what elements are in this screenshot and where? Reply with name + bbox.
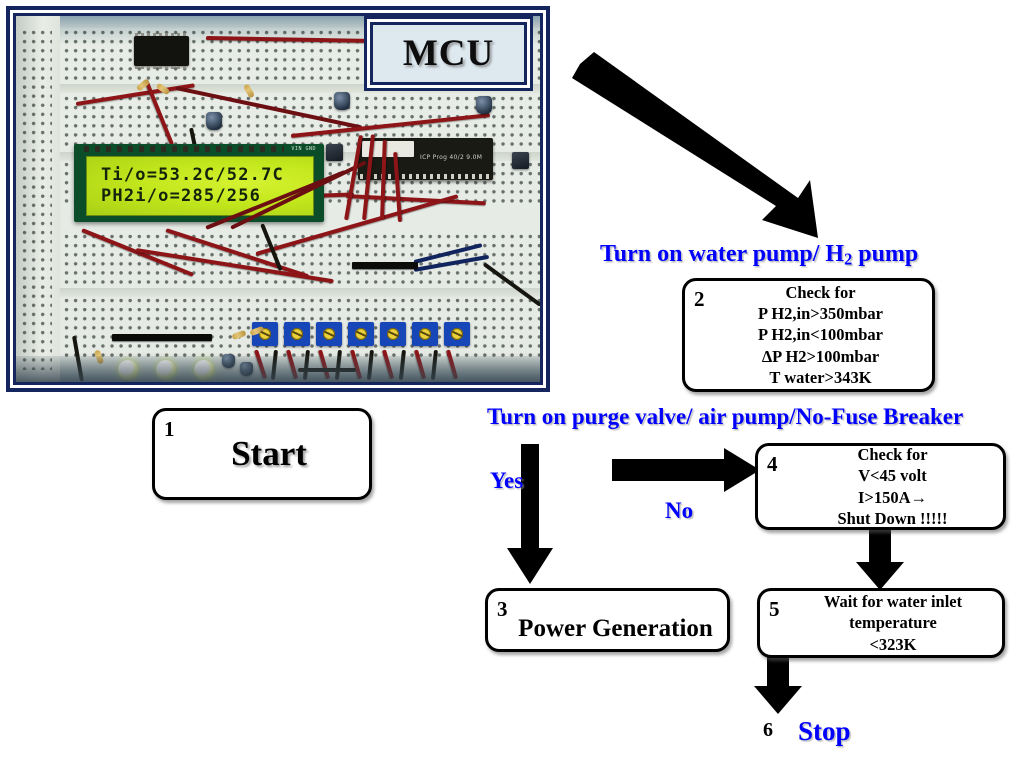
node-4-number: 4	[767, 452, 778, 476]
heading-turn-on-purge-valve: Turn on purge valve/ air pump/No-Fuse Br…	[487, 404, 964, 429]
mcu-callout-box: MCU	[370, 22, 527, 85]
node-4-line-2: V<45 volt	[858, 466, 927, 486]
heading-1-text-before: Turn on water pump/ H	[600, 241, 845, 267]
node-2-line-2: P H2,in>350mbar	[758, 304, 883, 324]
node-4-line-1: Check for	[857, 445, 928, 465]
tactile-switch	[326, 144, 343, 161]
capacitor	[476, 96, 492, 114]
node-1-number: 1	[164, 417, 175, 441]
node-3-power-generation[interactable]: 3 Power Generation	[485, 588, 730, 652]
arrow-photo-to-box2	[572, 52, 818, 238]
node-5-body: Wait for water inlet temperature <323K	[790, 591, 996, 655]
arrow-yes-down	[507, 444, 553, 584]
heading-turn-on-water-pump: Turn on water pump/ H2 pump	[600, 241, 918, 270]
pin-header	[352, 262, 418, 269]
node-2-number: 2	[694, 287, 705, 311]
trim-potentiometer	[316, 322, 342, 346]
node-5-number: 5	[769, 597, 780, 621]
node-5-line-3: <323K	[869, 634, 917, 654]
mcu-module-pins	[360, 174, 491, 179]
trim-potentiometer	[284, 322, 310, 346]
node-1-body: Start	[175, 411, 363, 497]
edge-label-no: No	[665, 498, 694, 523]
capacitor	[334, 92, 350, 110]
trim-potentiometer	[380, 322, 406, 346]
node-5-wait[interactable]: 5 Wait for water inlet temperature <323K	[757, 588, 1005, 658]
arrow-no-right	[612, 448, 760, 492]
lcd-screen: Ti/o=53.2C/52.7C PH2i/o=285/256	[86, 156, 314, 216]
breadboard-holes-rail-left	[22, 30, 52, 370]
node-6-stop-label[interactable]: Stop	[798, 716, 851, 747]
photo-bottom-shadow	[16, 356, 540, 382]
node-3-body: Power Generation	[510, 591, 721, 649]
node-1-label: Start	[231, 433, 307, 473]
trim-potentiometer	[412, 322, 438, 346]
pin-header	[112, 334, 212, 341]
heading-1-subscript: 2	[844, 249, 853, 269]
node-3-label: Power Generation	[518, 615, 713, 642]
tactile-switch	[512, 152, 529, 169]
node-2-check[interactable]: 2 Check for P H2,in>350mbar P H2,in<100m…	[682, 278, 935, 392]
breadboard-gutter-top	[60, 84, 540, 93]
node-4-body: Check for V<45 volt I>150A→ Shut Down !!…	[788, 445, 997, 528]
lcd-module-marking: VIN GND	[291, 146, 316, 152]
node-2-line-1: Check for	[785, 283, 856, 303]
arrow-box5-to-stop	[754, 656, 802, 714]
arrow-box4-to-box5	[856, 528, 904, 590]
node-2-line-3: P H2,in<100mbar	[758, 325, 883, 345]
node-3-number: 3	[497, 597, 508, 621]
mcu-module-marking: ICP Prog 40/2 9.0M	[420, 154, 483, 161]
heading-1-text-after: pump	[852, 241, 919, 267]
capacitor	[206, 112, 222, 130]
figure-canvas: ICP Prog 40/2 9.0M VIN GND Ti/o=53.2C/52…	[0, 0, 1024, 760]
node-5-line-2: temperature	[849, 613, 937, 633]
node-2-body: Check for P H2,in>350mbar P H2,in<100mba…	[715, 281, 926, 389]
lcd-line-1: Ti/o=53.2C/52.7C	[101, 165, 284, 186]
node-6-number: 6	[763, 719, 773, 741]
ic-chip	[134, 33, 189, 69]
node-5-line-1: Wait for water inlet	[823, 592, 963, 612]
breadboard-gutter-3	[60, 288, 540, 297]
edge-label-yes: Yes	[490, 468, 524, 493]
node-2-line-4: ΔP H2>100mbar	[761, 346, 880, 366]
lcd-module: VIN GND Ti/o=53.2C/52.7C PH2i/o=285/256	[74, 144, 324, 222]
node-1-start[interactable]: 1 Start	[152, 408, 372, 500]
node-2-line-5: T water>343K	[769, 367, 872, 387]
lcd-pin-header	[84, 146, 284, 152]
node-4-check[interactable]: 4 Check for V<45 volt I>150A→ Shut Down …	[755, 443, 1006, 530]
mcu-callout-label: MCU	[402, 33, 495, 74]
node-4-line-4: Shut Down !!!!!	[837, 508, 948, 528]
trim-potentiometer	[348, 322, 374, 346]
trim-potentiometer	[444, 322, 470, 346]
mcu-dev-module: ICP Prog 40/2 9.0M	[358, 138, 493, 180]
node-4-line-3: I>150A→	[858, 487, 927, 507]
